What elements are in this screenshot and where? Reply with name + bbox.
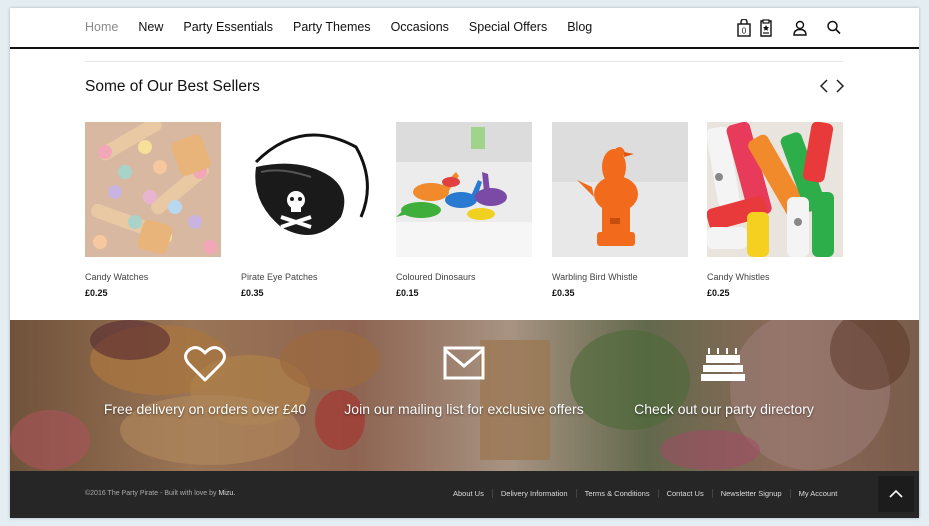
nav-item-occasions[interactable]: Occasions (391, 20, 449, 34)
product-image[interactable] (241, 122, 377, 257)
product-image[interactable] (85, 122, 221, 257)
product-price: £0.25 (85, 288, 108, 298)
mailing-list-text[interactable]: Join our mailing list for exclusive offe… (344, 400, 584, 418)
footer-link-newsletter-signup[interactable]: Newsletter Signup (711, 489, 790, 498)
footer-link-contact-us[interactable]: Contact Us (657, 489, 712, 498)
nav-item-new[interactable]: New (138, 20, 163, 34)
product-price: £0.15 (396, 288, 419, 298)
feature-banner: Free delivery on orders over £40 Join ou… (10, 320, 919, 471)
product-card[interactable]: Coloured Dinosaurs £0.15 (396, 122, 532, 298)
basket-count: 0 (742, 27, 747, 36)
nav-links: Home New Party Essentials Party Themes O… (85, 20, 612, 34)
envelope-icon (344, 344, 584, 384)
footer-link-my-account[interactable]: My Account (789, 489, 846, 498)
free-delivery-feature[interactable]: Free delivery on orders over £40 (85, 320, 325, 471)
section-divider (85, 61, 843, 62)
product-image[interactable] (396, 122, 532, 257)
free-delivery-text[interactable]: Free delivery on orders over £40 (85, 400, 325, 418)
product-price: £0.25 (707, 288, 730, 298)
product-name[interactable]: Candy Whistles (707, 272, 770, 282)
party-directory-text[interactable]: Check out our party directory (604, 400, 844, 418)
product-image[interactable] (707, 122, 843, 257)
nav-item-special-offers[interactable]: Special Offers (469, 20, 547, 34)
product-price: £0.35 (552, 288, 575, 298)
account-icon[interactable] (792, 19, 810, 37)
credit-link[interactable]: Mizu. (218, 490, 235, 497)
nav-item-blog[interactable]: Blog (567, 20, 592, 34)
back-to-top-button[interactable] (878, 476, 914, 512)
product-name[interactable]: Candy Watches (85, 272, 148, 282)
footer-links: About Us Delivery Information Terms & Co… (445, 489, 845, 498)
nav-item-home[interactable]: Home (85, 20, 118, 34)
product-card[interactable]: Candy Watches £0.25 (85, 122, 221, 298)
product-card[interactable]: Candy Whistles £0.25 (707, 122, 843, 298)
copyright: ©2016 The Party Pirate - Built with love… (85, 490, 235, 497)
product-name[interactable]: Coloured Dinosaurs (396, 272, 476, 282)
footer-link-about-us[interactable]: About Us (445, 489, 492, 498)
nav-item-party-themes[interactable]: Party Themes (293, 20, 371, 34)
site-footer: ©2016 The Party Pirate - Built with love… (10, 471, 919, 518)
footer-link-delivery-information[interactable]: Delivery Information (491, 489, 576, 498)
heart-icon (85, 344, 325, 384)
product-image[interactable] (552, 122, 688, 257)
product-name[interactable]: Warbling Bird Whistle (552, 272, 638, 282)
copyright-text: ©2016 The Party Pirate - Built with love… (85, 490, 217, 497)
chevron-left-icon[interactable] (818, 78, 830, 94)
cake-icon (604, 344, 844, 384)
chevron-right-icon[interactable] (834, 78, 846, 94)
basket-icon[interactable]: 0 (736, 18, 754, 37)
main-navigation: Home New Party Essentials Party Themes O… (10, 8, 919, 49)
mailing-list-feature[interactable]: Join our mailing list for exclusive offe… (344, 320, 584, 471)
product-price: £0.35 (241, 288, 264, 298)
product-name[interactable]: Pirate Eye Patches (241, 272, 318, 282)
party-directory-feature[interactable]: Check out our party directory (604, 320, 844, 471)
chevron-up-icon (889, 489, 903, 498)
product-card[interactable]: Warbling Bird Whistle £0.35 (552, 122, 688, 298)
footer-link-terms-conditions[interactable]: Terms & Conditions (575, 489, 658, 498)
section-title: Some of Our Best Sellers (85, 78, 260, 95)
search-icon[interactable] (826, 19, 844, 37)
nav-item-party-essentials[interactable]: Party Essentials (183, 20, 273, 34)
product-card[interactable]: Pirate Eye Patches £0.35 (241, 122, 377, 298)
wishlist-icon[interactable] (758, 19, 776, 37)
page-frame: Home New Party Essentials Party Themes O… (10, 8, 919, 518)
